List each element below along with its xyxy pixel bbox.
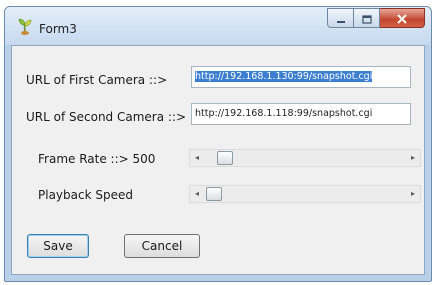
playback-speed-thumb[interactable] <box>206 187 222 201</box>
frame-rate-label: Frame Rate ::> 500 <box>38 152 156 166</box>
second-camera-url-input[interactable]: http://192.168.1.118:99/snapshot.cgi <box>191 103 411 125</box>
close-button[interactable] <box>380 8 425 28</box>
window-title: Form3 <box>39 22 77 36</box>
first-camera-label: URL of First Camera ::> <box>26 73 168 87</box>
frame-rate-thumb[interactable] <box>217 151 233 165</box>
first-camera-url-value: http://192.168.1.130:99/snapshot.cgi <box>195 71 373 82</box>
close-icon <box>397 9 407 28</box>
second-camera-url-value: http://192.168.1.118:99/snapshot.cgi <box>195 108 373 119</box>
scroll-left-arrow-icon[interactable]: ◂ <box>190 150 204 166</box>
playback-speed-label: Playback Speed <box>38 188 133 202</box>
maximize-icon <box>361 9 372 28</box>
minimize-button[interactable] <box>327 8 354 28</box>
frame-rate-scrollbar[interactable]: ◂ ▸ <box>189 149 421 167</box>
form-app-icon <box>17 18 33 36</box>
minimize-icon <box>336 9 346 28</box>
first-camera-url-input[interactable]: http://192.168.1.130:99/snapshot.cgi <box>191 66 411 88</box>
scroll-right-arrow-icon[interactable]: ▸ <box>406 150 420 166</box>
cancel-button[interactable]: Cancel <box>124 234 200 258</box>
title-bar[interactable]: Form3 <box>5 7 431 45</box>
playback-speed-scrollbar[interactable]: ◂ ▸ <box>189 185 421 203</box>
save-button[interactable]: Save <box>27 234 89 258</box>
scroll-right-arrow-icon[interactable]: ▸ <box>406 186 420 202</box>
caption-buttons <box>327 8 425 30</box>
scroll-left-arrow-icon[interactable]: ◂ <box>190 186 204 202</box>
form3-window: Form3 URL of First Camera ::> http://192… <box>4 6 432 282</box>
form-client-area: URL of First Camera ::> http://192.168.1… <box>11 45 425 275</box>
maximize-button[interactable] <box>354 8 380 28</box>
second-camera-label: URL of Second Camera ::> <box>26 110 187 124</box>
